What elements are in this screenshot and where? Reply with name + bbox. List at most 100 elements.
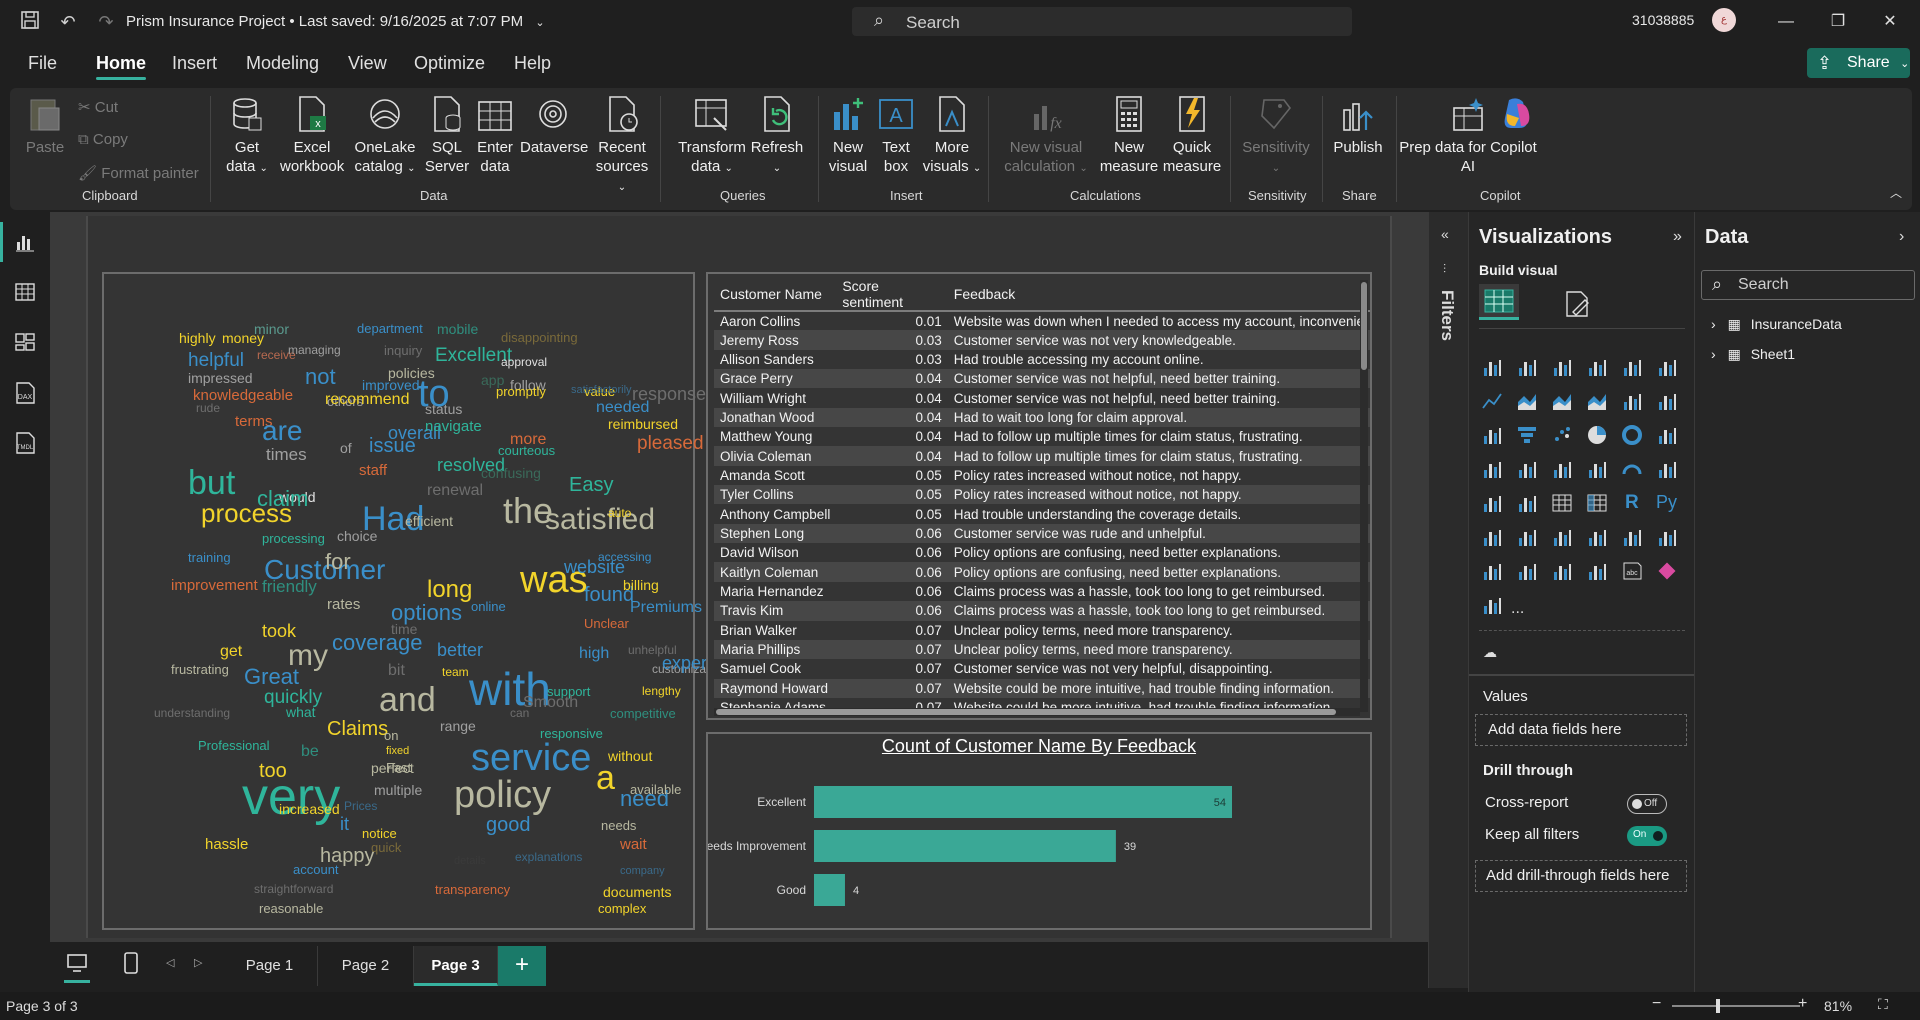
dataverse-button[interactable]: Dataverse [520,94,588,157]
table-row[interactable]: Amanda Scott 0.05 Policy rates increased w… [714,466,1370,485]
tab-home[interactable]: Home [96,53,147,80]
line-clustered-icon[interactable] [1481,424,1503,446]
word-cloud-word[interactable]: online [471,600,506,613]
word-cloud-word[interactable]: without [608,749,652,763]
word-cloud-word[interactable]: Premiums [630,600,702,616]
table-horizontal-scrollbar[interactable] [714,708,1360,716]
word-cloud-word[interactable]: are [262,417,302,445]
table-row[interactable]: Kaitlyn Coleman 0.06 Policy options are co… [714,562,1370,582]
word-cloud-word[interactable]: approval [501,356,547,368]
bar[interactable] [814,874,845,906]
word-cloud-word[interactable]: more [510,432,546,448]
save-icon[interactable] [18,10,42,34]
word-cloud-word[interactable]: it [340,815,349,833]
table-row[interactable]: Olivia Coleman 0.04 Had to follow up multi… [714,446,1370,466]
word-cloud-word[interactable]: on [384,729,398,742]
word-cloud-word[interactable]: hassle [205,837,248,852]
previous-page-icon[interactable]: ◁ [166,956,174,969]
word-cloud-word[interactable]: company [620,866,665,877]
table-row[interactable]: Matthew Young 0.04 Had to follow up multip… [714,427,1370,446]
stacked-column-icon[interactable] [1516,356,1538,378]
collapse-data-pane-icon[interactable]: › [1899,228,1904,246]
word-cloud-word[interactable]: understanding [154,707,230,719]
restore-icon[interactable]: ❐ [1826,10,1850,34]
paste-button[interactable]: Paste [20,94,70,157]
chevron-down-icon[interactable]: ⌄ [535,17,544,29]
table-row[interactable]: Raymond Howard 0.07 Website could be more … [714,678,1370,698]
bar[interactable] [814,830,1116,862]
table-row[interactable]: Allison Sanders 0.03 Had trouble accessing… [714,350,1370,369]
word-cloud-word[interactable]: needs [601,819,636,832]
word-cloud-word[interactable]: multiple [374,783,422,797]
arcgis-icon[interactable] [1551,560,1573,582]
zoom-out-icon[interactable]: − [1652,995,1661,1013]
word-cloud-word[interactable]: long [427,578,472,602]
values-drop-zone[interactable]: Add data fields here [1475,714,1687,746]
word-cloud-word[interactable]: auto [608,507,631,519]
stacked-area-icon[interactable] [1551,390,1573,412]
table-row[interactable]: Stephen Long 0.06 Customer service was rud… [714,523,1370,544]
word-cloud-word[interactable]: and [379,683,436,717]
word-cloud-word[interactable]: renewal [427,483,483,499]
word-cloud-word[interactable]: of [340,441,352,455]
page-tab-3[interactable]: Page 3 [414,946,498,986]
table-vertical-scrollbar[interactable] [1360,280,1368,712]
word-cloud-word[interactable]: notice [362,827,397,840]
undo-icon[interactable]: ↶ [56,10,80,34]
word-cloud-word[interactable]: training [188,551,231,564]
tab-modeling[interactable]: Modeling [246,53,319,74]
copilot-button[interactable] [1492,94,1542,138]
word-cloud-word[interactable]: competitive [610,707,676,720]
word-cloud-word[interactable]: frustrating [171,663,229,676]
word-cloud-word[interactable]: efficient [405,514,453,528]
collapse-ribbon-icon[interactable]: ︿ [1890,184,1906,200]
100-bar-icon[interactable] [1621,356,1643,378]
word-cloud-word[interactable]: times [266,446,307,463]
word-cloud-word[interactable]: rates [327,597,360,612]
publish-button[interactable]: Publish [1326,94,1390,157]
new-visual-button[interactable]: New visual [824,94,872,176]
page-tab-2[interactable]: Page 2 [318,946,414,986]
get-data-button[interactable]: Get data ⌄ [218,94,276,178]
clustered-column-icon[interactable] [1586,356,1608,378]
word-cloud-word[interactable]: Smooth [523,695,578,711]
ribbon-chart-icon[interactable] [1586,390,1608,412]
table-row[interactable]: Jonathan Wood 0.04 Had to wait too long fo… [714,407,1370,428]
minimize-icon[interactable]: — [1774,10,1798,34]
word-cloud-word[interactable]: inquiry [384,344,422,357]
area-chart-icon[interactable] [1516,390,1538,412]
keep-all-filters-toggle[interactable]: On [1627,826,1667,846]
zoom-slider[interactable] [1672,999,1800,1013]
word-cloud-word[interactable]: choice [337,529,377,543]
word-cloud-word[interactable]: accessing [598,551,651,563]
cut-button[interactable]: ✂ Cut [78,98,118,116]
donut-chart-icon[interactable] [1621,424,1643,446]
customer-feedback-table[interactable]: Customer Name Score sentiment Feedback A… [706,272,1372,720]
line-chart-icon[interactable] [1481,390,1503,412]
cross-report-toggle[interactable]: Off [1627,794,1667,814]
fit-to-page-icon[interactable]: ⛶ [1878,996,1888,1013]
gauge-icon[interactable] [1621,458,1643,480]
word-cloud-word[interactable]: Easy [569,475,613,495]
chevron-right-icon[interactable]: › [1711,346,1716,362]
narrative-icon[interactable] [1586,526,1608,548]
tmdl-view-icon[interactable]: TMDL [12,430,38,456]
enter-data-button[interactable]: Enter data [472,94,518,176]
get-more-visuals-icon[interactable]: ☁ [1483,644,1497,661]
text-box-button[interactable]: A Text box [874,94,918,176]
word-cloud-word[interactable]: for [325,551,351,573]
word-cloud-word[interactable]: what [286,705,316,719]
format-visual-tab[interactable] [1563,290,1593,318]
close-icon[interactable]: ✕ [1878,10,1902,34]
word-cloud-word[interactable]: increased [279,802,340,816]
word-cloud-word[interactable]: documents [603,885,671,899]
100-column-icon[interactable] [1656,356,1678,378]
word-cloud-word[interactable]: Prices [344,800,377,812]
refresh-button[interactable]: Refresh ⌄ [746,94,808,178]
word-cloud-word[interactable]: wait [620,837,647,852]
more-visuals-ellipsis[interactable]: ... [1511,600,1524,618]
recent-sources-button[interactable]: Recent sources ⌄ [590,94,654,197]
global-search-box[interactable]: ⌕ Search [852,7,1352,36]
word-cloud-word[interactable]: available [630,783,681,796]
word-cloud-word[interactable]: promptly [496,385,546,398]
